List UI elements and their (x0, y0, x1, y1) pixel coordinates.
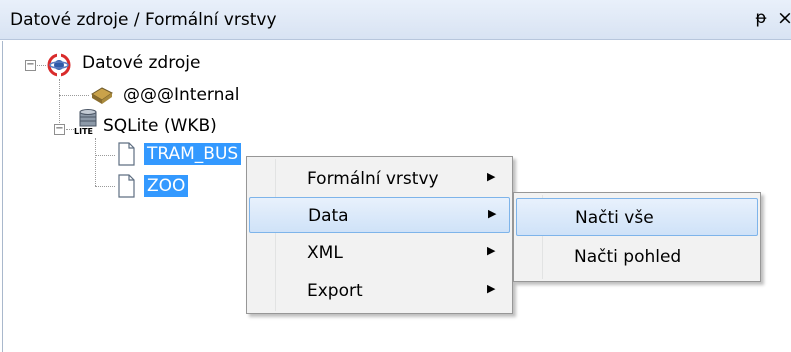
tree-node-datasources[interactable]: Datové zdroje (82, 53, 200, 73)
file-icon (118, 142, 135, 166)
submenu-arrow-icon: ▶ (487, 282, 496, 295)
pin-icon[interactable]: ᵽ (752, 8, 770, 30)
submenu-arrow-icon: ▶ (487, 244, 496, 257)
menu-item-data[interactable]: Data ▶ (249, 197, 510, 233)
menu-item-load-all[interactable]: Načti vše (516, 198, 758, 236)
tree-node-sqlite[interactable]: SQLite (WKB) (103, 116, 217, 136)
tree-connector (95, 155, 115, 156)
menu-item-label: XML (307, 243, 343, 263)
sqlite-expander[interactable]: − (54, 124, 65, 135)
submenu-arrow-icon: ▶ (487, 170, 496, 183)
submenu-arrow-icon: ▶ (488, 207, 497, 220)
tree-connector (95, 186, 115, 187)
data-submenu: Načti vše Načti pohled (513, 192, 761, 282)
panel-titlebar: Datové zdroje / Formální vrstvy ᵽ × (0, 0, 791, 40)
file-icon (118, 174, 135, 198)
menu-item-export[interactable]: Export ▶ (249, 273, 510, 309)
sqlite-icon-text: LITE (74, 127, 93, 136)
tree-node-layer-tram-bus[interactable]: TRAM_BUS (144, 143, 242, 165)
close-icon[interactable]: × (777, 7, 791, 31)
menu-item-label: Export (307, 281, 363, 301)
tree-connector (59, 95, 89, 96)
root-expander[interactable]: − (25, 60, 36, 71)
menu-item-label: Načti vše (575, 208, 654, 228)
tree-connector (95, 138, 96, 186)
menu-item-formal-layers[interactable]: Formální vrstvy ▶ (249, 161, 510, 197)
tree-connector (66, 129, 74, 130)
menu-item-label: Data (308, 206, 349, 226)
tree-connector (59, 79, 60, 129)
tree-connector (37, 65, 46, 66)
panel-title: Datové zdroje / Formální vrstvy (10, 10, 277, 30)
menu-item-label: Načti pohled (574, 247, 682, 267)
cylinder-icon (91, 87, 113, 104)
menu-item-load-view[interactable]: Načti pohled (516, 238, 758, 276)
menu-item-label: Formální vrstvy (307, 169, 439, 189)
datasource-icon (47, 53, 71, 77)
sqlite-db-icon: LITE (74, 109, 100, 137)
context-menu: Formální vrstvy ▶ Data ▶ XML ▶ Export ▶ (246, 156, 513, 314)
tree-node-layer-zoo[interactable]: ZOO (144, 175, 189, 197)
menu-item-xml[interactable]: XML ▶ (249, 235, 510, 271)
tree-node-internal[interactable]: @@@Internal (123, 85, 240, 105)
